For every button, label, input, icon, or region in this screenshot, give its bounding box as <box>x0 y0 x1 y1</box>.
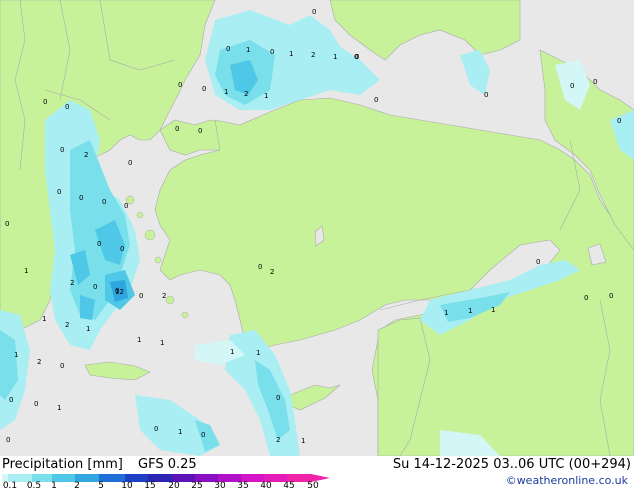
map-label: 0 <box>6 436 10 444</box>
map-title: Precipitation [mm] <box>2 457 123 472</box>
map-label: 1 <box>230 348 234 356</box>
map-label: 2 <box>311 51 315 59</box>
map-label: 1 <box>224 88 228 96</box>
map-label: 1 <box>86 325 90 333</box>
map-label: 1 <box>301 437 305 445</box>
map-label: 0 <box>226 45 230 53</box>
map-label: 1 <box>178 428 182 436</box>
map-label: 0 <box>609 292 613 300</box>
map-label: 0 <box>276 394 280 402</box>
map-label: 0 <box>617 117 621 125</box>
map-label: 1 <box>24 267 28 275</box>
map-label: 0 <box>120 245 124 253</box>
map-label: 0 <box>102 198 106 206</box>
map-label: 0 <box>65 103 69 111</box>
map-label: 0 <box>60 362 64 370</box>
map-label: 0 <box>178 81 182 89</box>
map-label: 2 <box>70 279 74 287</box>
map-label: 0 <box>201 431 205 439</box>
map-label: 2 <box>162 292 166 300</box>
map-label: 0 <box>570 82 574 90</box>
map-label: 1 <box>246 46 250 54</box>
map-label: 2 <box>276 436 280 444</box>
map-label: 1 <box>57 404 61 412</box>
map-label: 0 <box>60 146 64 154</box>
map-label: 0 <box>198 127 202 135</box>
map-label: 2 <box>37 358 41 366</box>
map-label: 0 <box>202 85 206 93</box>
map-label: 12 <box>115 288 124 296</box>
precipitation-map: 0 0 1 0 1 2 1 0 0 1 2 1 0 0 0 0 0 0 0 0 … <box>0 0 634 457</box>
map-label: 2 <box>65 321 69 329</box>
map-label: 0 <box>9 396 13 404</box>
credit-link[interactable]: ©weatheronline.co.uk <box>506 474 628 487</box>
map-label: 0 <box>593 78 597 86</box>
map-label: 0 <box>34 400 38 408</box>
map-label: 1 <box>468 307 472 315</box>
map-label: 0 <box>124 202 128 210</box>
map-label: 1 <box>14 351 18 359</box>
map-label: 0 <box>93 283 97 291</box>
map-label: 0 <box>584 294 588 302</box>
map-label: 0 <box>270 48 274 56</box>
map-label: 2 <box>270 268 274 276</box>
map-label: 1 <box>42 315 46 323</box>
map-label: 2 <box>244 90 248 98</box>
map-label: 1 <box>333 53 337 61</box>
map-label: 1 <box>444 309 448 317</box>
map-label: 0 <box>312 8 316 16</box>
map-label: 0 <box>97 240 101 248</box>
valid-time: Su 14-12-2025 03..06 UTC (00+294) <box>392 457 631 472</box>
map-label: 0 <box>57 188 61 196</box>
map-label: 0 <box>536 258 540 266</box>
map-label: 0 <box>128 159 132 167</box>
map-footer: Precipitation [mm] GFS 0.25 Su 14-12-202… <box>0 456 634 491</box>
map-label: 0 <box>484 91 488 99</box>
map-label: 1 <box>137 336 141 344</box>
map-label: 0 <box>154 425 158 433</box>
map-label: 0 <box>79 194 83 202</box>
map-label: 1 <box>160 339 164 347</box>
map-label: 2 <box>84 151 88 159</box>
map-label: 1 <box>264 92 268 100</box>
map-label: 0 <box>374 96 378 104</box>
map-label: 0 <box>258 263 262 271</box>
map-label: 1 <box>289 50 293 58</box>
map-label: 1 <box>491 306 495 314</box>
map-label: 0 <box>175 125 179 133</box>
model-name: GFS 0.25 <box>138 457 197 472</box>
map-label: 0 <box>43 98 47 106</box>
map-label: 0 <box>5 220 9 228</box>
map-label: 0 <box>139 292 143 300</box>
map-label: 1 <box>256 349 260 357</box>
map-label: 0 <box>355 53 359 61</box>
